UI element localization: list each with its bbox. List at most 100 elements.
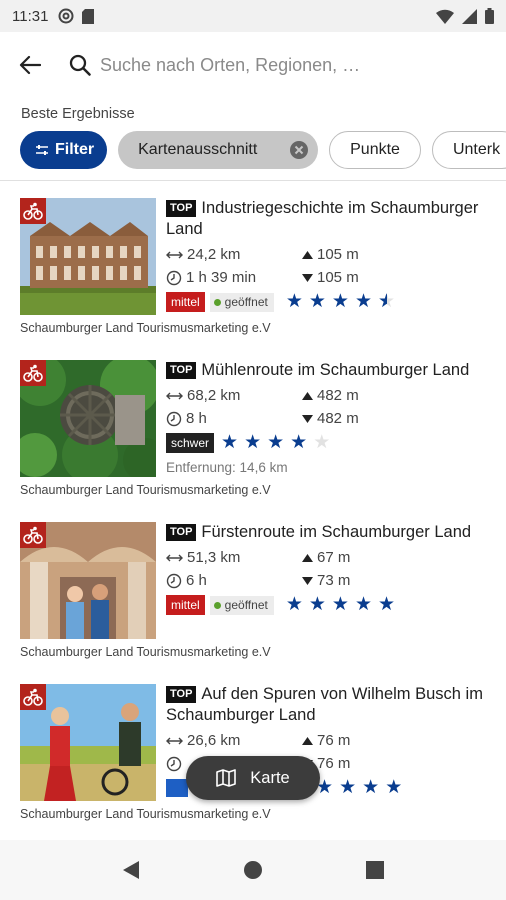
results-label: Beste Ergebnisse [21, 106, 135, 122]
open-status: geöffnet [209, 292, 274, 312]
item-title[interactable]: TOP Fürstenroute im Schaumburger Land [166, 522, 496, 543]
thumbnail-watermill [20, 360, 156, 477]
nav-home-button[interactable] [233, 850, 273, 890]
divider [0, 180, 506, 181]
item-descent: 76 m [317, 755, 351, 772]
item-duration: 6 h [186, 572, 207, 589]
item-title-text: Industriegeschichte im Schaumburger Land [166, 199, 479, 238]
open-status: geöffnet [209, 595, 274, 615]
distance-icon [166, 251, 183, 258]
back-arrow-icon [19, 55, 41, 75]
distance-icon [166, 737, 183, 744]
descent-icon [302, 273, 313, 282]
item-length: 51,3 km [187, 549, 241, 566]
nav-home-icon [244, 861, 262, 879]
chip-kartenausschnitt-label: Kartenausschnitt [138, 141, 258, 158]
chip-unterkuenfte[interactable]: Unterk [431, 131, 506, 169]
item-ascent: 67 m [317, 549, 351, 566]
list-item[interactable]: TOP Industriegeschichte im Schaumburger L… [0, 198, 506, 360]
close-icon[interactable] [290, 141, 309, 159]
item-stats: 68,2 km 482 m 8 h 482 m [166, 384, 496, 430]
item-meta: mittel geöffnet ★ ★ ★ ★ ★★ [166, 291, 496, 313]
map-button[interactable]: Karte [186, 756, 320, 800]
star-full: ★ [290, 432, 308, 453]
distance-icon [166, 392, 183, 399]
rating-stars: ★ ★ ★ ★ ★ [221, 433, 330, 453]
ascent-icon [302, 250, 313, 259]
top-badge: TOP [166, 524, 197, 541]
item-title-text: Fürstenroute im Schaumburger Land [201, 523, 472, 541]
item-source: Schaumburger Land Tourismusmarketing e.V [20, 807, 271, 821]
item-descent: 105 m [317, 269, 359, 286]
star-full: ★ [385, 777, 403, 798]
clock-icon [166, 573, 182, 588]
clock-icon [166, 756, 182, 771]
filter-chips: Filter Kartenausschnitt Punkte Unterk [20, 131, 506, 169]
bike-icon [20, 360, 46, 386]
item-source: Schaumburger Land Tourismusmarketing e.V [20, 645, 271, 659]
star-full: ★ [362, 777, 380, 798]
item-stats: 24,2 km 105 m 1 h 39 min 105 m [166, 243, 496, 289]
battery-icon [485, 8, 494, 24]
nav-recents-icon [366, 861, 384, 879]
map-button-label: Karte [250, 768, 290, 787]
back-button[interactable] [0, 32, 60, 98]
top-badge: TOP [166, 686, 197, 703]
chip-kartenausschnitt[interactable]: Kartenausschnitt [118, 131, 319, 169]
list-item[interactable]: TOP Mühlenroute im Schaumburger Land 68,2… [0, 360, 506, 522]
item-title[interactable]: TOP Industriegeschichte im Schaumburger L… [166, 198, 496, 240]
clock-icon [166, 411, 182, 426]
star-full: ★ [354, 291, 373, 312]
filter-label: Filter [55, 141, 95, 158]
star-empty: ★ [313, 432, 331, 453]
clock-icon [166, 270, 182, 285]
open-status-label: geöffnet [224, 294, 268, 309]
item-stats: 51,3 km 67 m 6 h 73 m [166, 546, 496, 592]
top-badge: TOP [166, 200, 197, 217]
distance-icon [166, 554, 183, 561]
chip-punkte[interactable]: Punkte [329, 131, 421, 169]
ascent-icon [302, 391, 313, 400]
item-title[interactable]: TOP Auf den Spuren von Wilhelm Busch im S… [166, 684, 496, 726]
status-time: 11:31 [12, 7, 49, 25]
chip-unterkuenfte-label: Unterk [452, 141, 501, 158]
star-half: ★★ [378, 291, 396, 312]
signal-icon [462, 8, 477, 24]
item-distance: Entfernung: 14,6 km [166, 460, 288, 475]
app-bar [0, 32, 506, 98]
item-length: 68,2 km [187, 387, 241, 404]
item-source: Schaumburger Land Tourismusmarketing e.V [20, 483, 271, 497]
descent-icon [302, 414, 313, 423]
search-input[interactable] [100, 45, 390, 85]
nav-back-button[interactable] [111, 850, 151, 890]
item-info: TOP Fürstenroute im Schaumburger Land 51,… [166, 522, 496, 616]
ascent-icon [302, 736, 313, 745]
nav-recents-button[interactable] [355, 850, 395, 890]
bike-icon [20, 522, 46, 548]
wifi-icon [436, 9, 454, 24]
item-title[interactable]: TOP Mühlenroute im Schaumburger Land [166, 360, 496, 381]
map-icon [216, 769, 237, 787]
item-descent: 482 m [317, 410, 359, 427]
results-list: TOP Industriegeschichte im Schaumburger L… [0, 198, 506, 846]
star-full: ★ [285, 291, 303, 312]
item-duration: 8 h [186, 410, 207, 427]
list-item[interactable]: TOP Fürstenroute im Schaumburger Land 51,… [0, 522, 506, 684]
difficulty-badge: mittel [166, 595, 205, 615]
thumbnail-cyclists [20, 684, 156, 801]
star-full: ★ [267, 432, 285, 453]
top-badge: TOP [166, 362, 197, 379]
filter-button[interactable]: Filter [20, 131, 108, 169]
ascent-icon [302, 553, 313, 562]
item-info: TOP Industriegeschichte im Schaumburger L… [166, 198, 496, 313]
star-full: ★ [221, 432, 239, 453]
item-duration: 1 h 39 min [186, 269, 257, 286]
item-descent: 73 m [317, 572, 351, 589]
thumbnail-palace [20, 522, 156, 639]
item-length: 26,6 km [187, 732, 241, 749]
difficulty-badge: schwer [166, 433, 215, 453]
item-meta: mittel geöffnet ★ ★ ★ ★ ★ [166, 594, 496, 616]
item-length: 24,2 km [187, 246, 241, 263]
search-icon-wrap [60, 32, 100, 98]
star-full: ★ [331, 594, 349, 615]
